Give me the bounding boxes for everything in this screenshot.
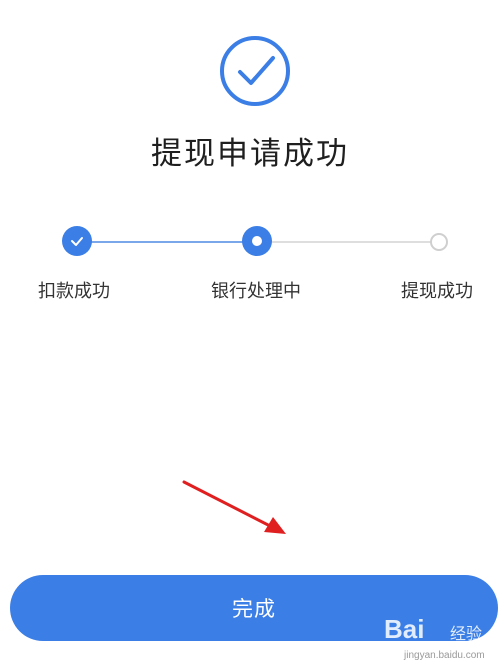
step-label-2: 银行处理中 <box>211 281 301 302</box>
watermark-brand: Bai <box>384 614 425 644</box>
watermark: Bai 经验 jingyan.baidu.com <box>378 608 498 668</box>
check-icon <box>71 237 83 246</box>
step-3-pending-indicator <box>430 233 448 251</box>
step-1-done-indicator <box>62 226 92 256</box>
watermark-url: jingyan.baidu.com <box>404 650 485 661</box>
progress-line-pending <box>258 241 438 243</box>
check-circle-icon <box>220 36 290 106</box>
watermark-brand-cn: 经验 <box>450 624 483 643</box>
annotation-arrow-icon <box>182 480 286 534</box>
progress-line-complete <box>78 241 256 243</box>
page-title: 提现申请成功 <box>151 136 349 172</box>
step-label-1: 扣款成功 <box>38 281 110 302</box>
step-2-current-indicator <box>242 226 272 256</box>
step-label-3: 提现成功 <box>401 281 473 302</box>
current-dot-icon <box>252 236 262 246</box>
